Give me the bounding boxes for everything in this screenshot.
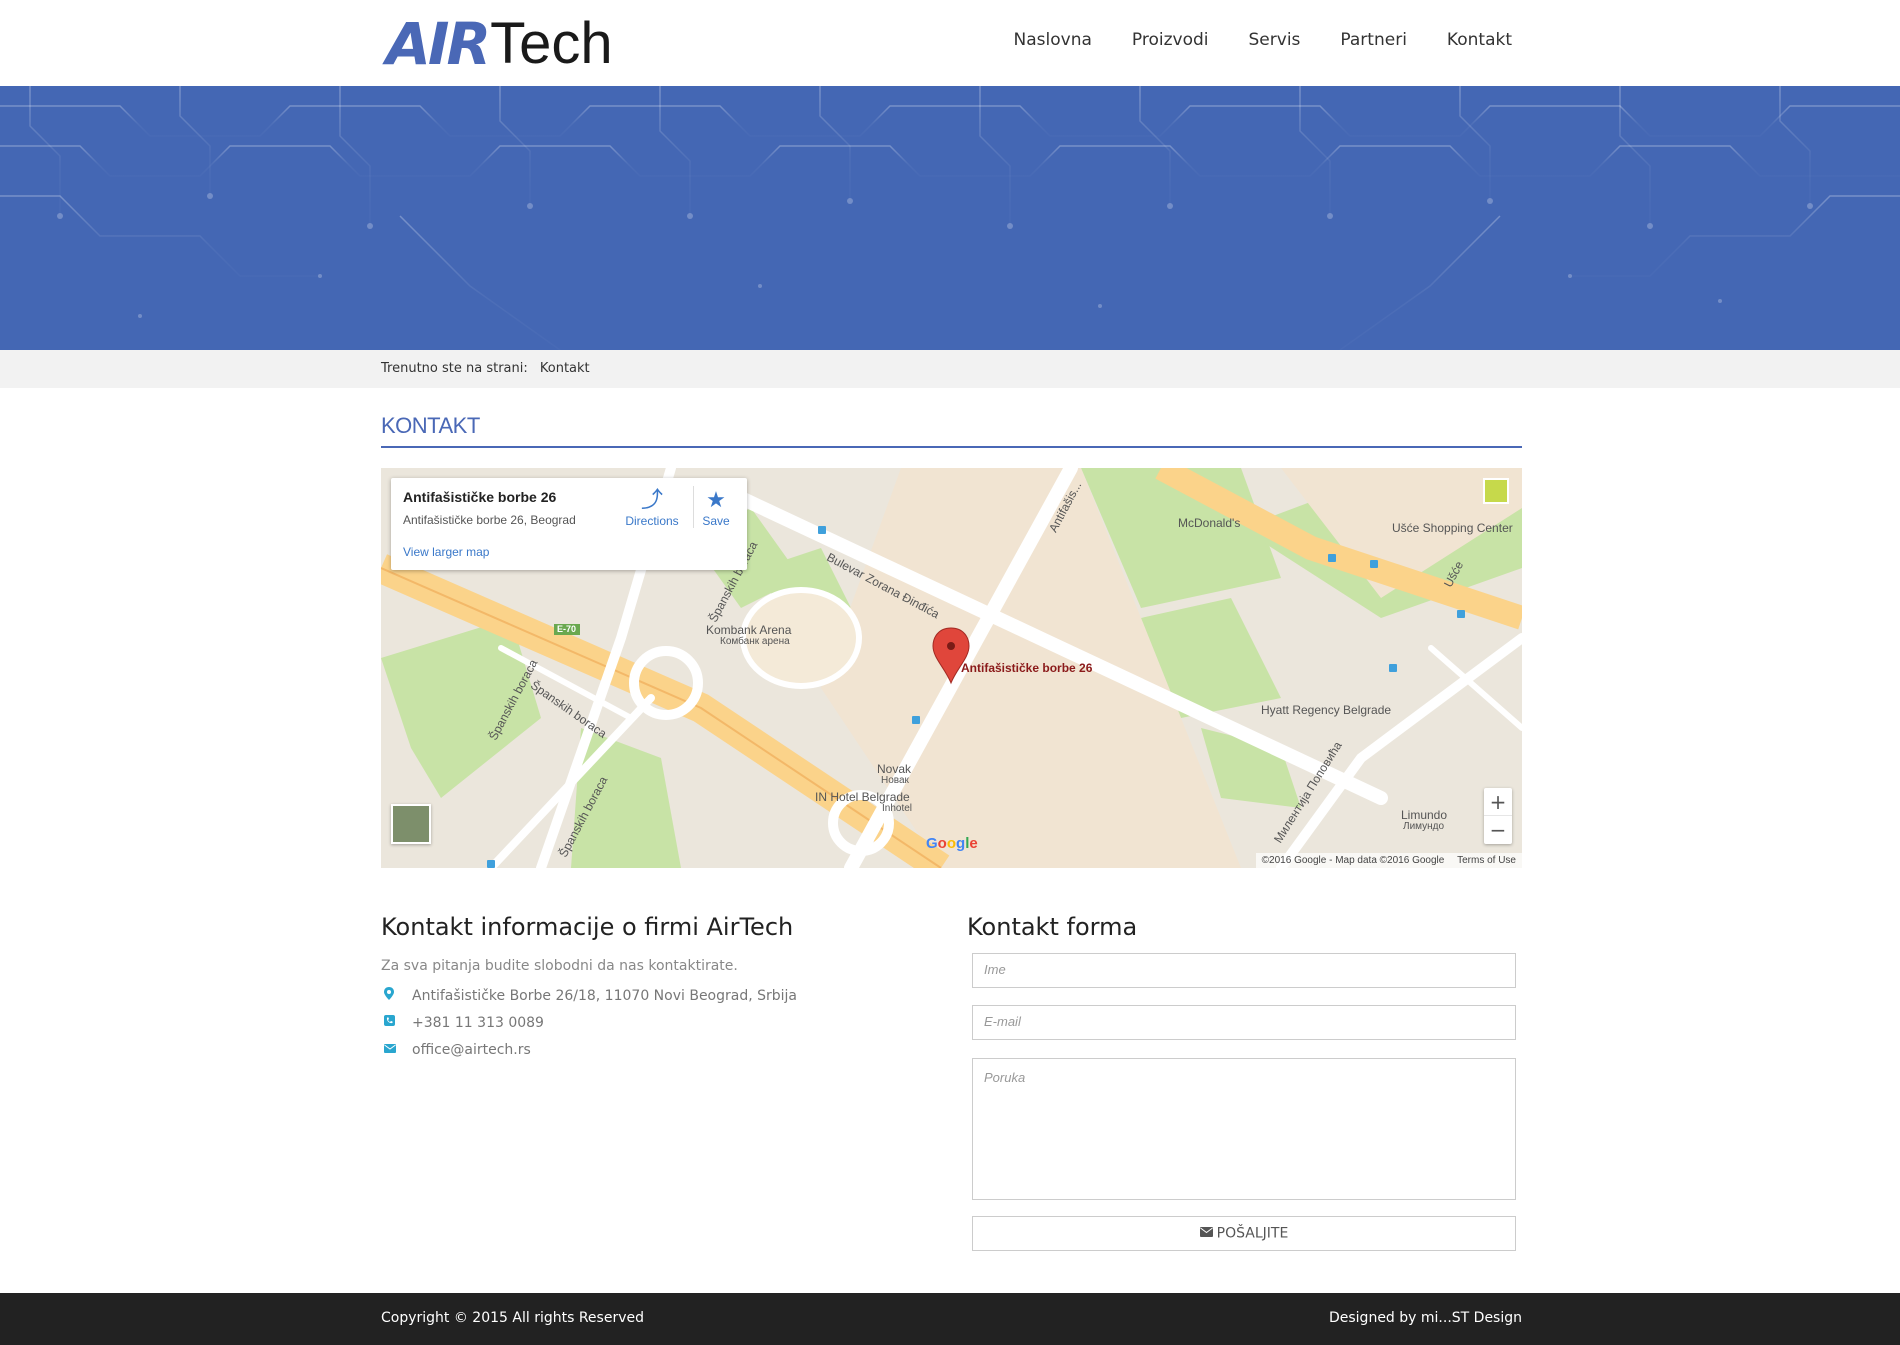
label-hyatt[interactable]: Hyatt Regency Belgrade (1261, 703, 1391, 717)
save-label: Save (702, 514, 730, 528)
google-logo: Google (926, 835, 978, 852)
send-button[interactable]: POŠALJITE (972, 1216, 1516, 1251)
phone-icon (381, 1015, 412, 1030)
hero-banner (0, 86, 1900, 350)
contact-email[interactable]: office@airtech.rs (412, 1042, 531, 1058)
google-map[interactable]: McDonald's Ušće Shopping Center Kombank … (381, 468, 1522, 868)
logo-air-text: AIR (386, 10, 491, 78)
contact-form-title: Kontakt forma (967, 913, 1138, 941)
site-footer: Copyright © 2015 All rights Reserved Des… (0, 1293, 1900, 1345)
terms-of-use-link[interactable]: Terms of Use (1457, 855, 1516, 866)
contact-address: Antifašističke Borbe 26/18, 11070 Novi B… (412, 987, 798, 1004)
page-title-bar: KONTAKT (381, 413, 1522, 448)
nav-item-proizvodi[interactable]: Proizvodi (1132, 30, 1209, 50)
contact-info-list: Antifašističke Borbe 26/18, 11070 Novi B… (381, 982, 941, 1063)
breadcrumb: Trenutno ste na strani: Kontakt (0, 350, 1900, 388)
breadcrumb-prefix: Trenutno ste na strani: (381, 361, 528, 376)
nav-item-partneri[interactable]: Partneri (1340, 30, 1407, 50)
contact-address-item: Antifašističke Borbe 26/18, 11070 Novi B… (381, 982, 941, 1009)
airtech-logo[interactable]: AIR Tech (386, 10, 613, 78)
envelope-icon (381, 1042, 412, 1057)
label-novak-cyr: Новак (881, 775, 909, 786)
view-larger-map-link[interactable]: View larger map (403, 545, 489, 559)
zoom-control: + − (1484, 788, 1512, 844)
label-kombank-cyr: Комбанк арена (720, 636, 790, 647)
contact-info-section: Kontakt informacije o firmi AirTech Za s… (381, 913, 941, 1063)
label-mcdonalds[interactable]: McDonald's (1178, 516, 1240, 530)
designer-credit[interactable]: Designed by mi...ST Design (1329, 1310, 1522, 1326)
map-marker-icon (381, 987, 412, 1004)
email-input[interactable]: E-mail (972, 1005, 1516, 1040)
contact-phone[interactable]: +381 11 313 0089 (412, 1015, 544, 1031)
contact-info-subtitle: Za sva pitanja budite slobodni da nas ko… (381, 958, 738, 974)
send-button-label: POŠALJITE (1216, 1225, 1289, 1242)
label-limundo-cyr: Лимундо (1403, 821, 1445, 832)
zoom-out-button[interactable]: − (1484, 816, 1512, 844)
save-button[interactable]: ★ Save (693, 486, 738, 528)
envelope-icon (1199, 1217, 1213, 1250)
directions-icon: ⤴ (640, 487, 663, 512)
message-textarea[interactable]: Poruka (972, 1058, 1516, 1200)
contact-phone-item: +381 11 313 0089 (381, 1009, 941, 1036)
nav-item-servis[interactable]: Servis (1249, 30, 1301, 50)
directions-button[interactable]: ⤴ Directions (617, 486, 687, 528)
contact-form: Kontakt forma Ime E-mail Poruka POŠALJIT… (967, 913, 1522, 1251)
label-novak[interactable]: Novak (877, 762, 911, 776)
map-info-card: Antifašističke borbe 26 Antifašističke b… (391, 478, 747, 570)
map-attribution-text: ©2016 Google - Map data ©2016 Google (1261, 855, 1445, 866)
contact-info-title: Kontakt informacije o firmi AirTech (381, 913, 794, 941)
breadcrumb-current[interactable]: Kontakt (540, 361, 590, 376)
label-inhotel[interactable]: IN Hotel Belgrade (815, 790, 910, 804)
label-inhotel2: Inhotel (882, 803, 913, 814)
zoom-in-button[interactable]: + (1484, 788, 1512, 816)
label-e70: E-70 (557, 624, 577, 634)
label-kombank[interactable]: Kombank Arena (706, 623, 791, 637)
map-card-address: Antifašističke borbe 26, Beograd (403, 513, 576, 527)
label-limundo[interactable]: Limundo (1401, 808, 1447, 822)
page-title: KONTAKT (381, 413, 480, 438)
star-icon: ★ (706, 487, 726, 512)
nav-item-naslovna[interactable]: Naslovna (1014, 30, 1092, 50)
map-card-title: Antifašističke borbe 26 (403, 489, 557, 505)
satellite-toggle[interactable] (391, 804, 431, 844)
main-nav: Naslovna Proizvodi Servis Partneri Konta… (1014, 30, 1512, 50)
logo-tech-text: Tech (490, 11, 613, 76)
site-header: AIR Tech Naslovna Proizvodi Servis Partn… (0, 0, 1900, 86)
copyright-text: Copyright © 2015 All rights Reserved (381, 1310, 644, 1326)
map-attribution: ©2016 Google - Map data ©2016 Google Ter… (1255, 853, 1522, 868)
nav-item-kontakt[interactable]: Kontakt (1447, 30, 1512, 50)
pin-label[interactable]: Antifašističke borbe 26 (961, 661, 1092, 675)
name-input[interactable]: Ime (972, 953, 1516, 988)
circuit-pattern (0, 86, 1900, 350)
contact-email-item: office@airtech.rs (381, 1036, 941, 1063)
label-usce[interactable]: Ušće Shopping Center (1392, 521, 1513, 535)
directions-label: Directions (625, 514, 679, 528)
